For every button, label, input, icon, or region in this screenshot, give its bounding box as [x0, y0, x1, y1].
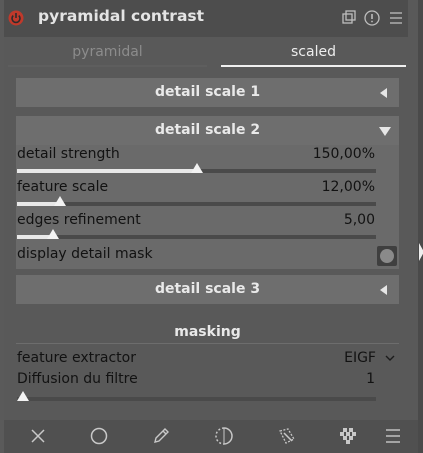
- diffusion-slider[interactable]: [17, 391, 376, 401]
- section-detail-scale-1[interactable]: detail scale 1: [16, 78, 399, 107]
- expanded-arrow-icon: [379, 127, 391, 136]
- diffusion-label: Diffusion du filtre: [17, 371, 138, 387]
- section-detail-scale-1-label: detail scale 1: [154, 84, 261, 100]
- collapse-panel-arrow-icon[interactable]: [419, 243, 423, 261]
- feature-scale-label: feature scale: [17, 179, 109, 195]
- feature-extractor-label: feature extractor: [17, 350, 136, 366]
- detail-strength-value[interactable]: 150,00%: [255, 146, 375, 162]
- slider-handle[interactable]: [17, 391, 29, 401]
- display-detail-mask-label: display detail mask: [17, 246, 153, 262]
- tab-scaled[interactable]: scaled: [221, 40, 406, 67]
- toggle-circle-icon: [380, 249, 394, 263]
- pencil-icon[interactable]: [150, 425, 172, 447]
- section-detail-scale-3[interactable]: detail scale 3: [16, 275, 399, 304]
- collapsed-arrow-icon: [380, 88, 387, 98]
- left-panel-edge: [0, 0, 4, 453]
- path-icon[interactable]: [276, 425, 298, 447]
- masking-divider: [16, 343, 399, 344]
- gradient-icon[interactable]: [213, 425, 235, 447]
- circle-icon[interactable]: [88, 425, 110, 447]
- diffusion-value[interactable]: 1: [255, 371, 375, 387]
- tab-pyramidal[interactable]: pyramidal: [8, 40, 207, 67]
- slider-handle[interactable]: [47, 229, 59, 239]
- panel-scrollbar[interactable]: [418, 0, 423, 453]
- edges-refinement-slider[interactable]: [17, 229, 376, 239]
- multi-instance-icon[interactable]: [340, 9, 358, 27]
- slider-handle[interactable]: [54, 196, 66, 206]
- menu-icon[interactable]: [382, 425, 404, 447]
- presets-menu-icon[interactable]: [387, 9, 405, 27]
- detail-strength-slider[interactable]: [17, 163, 376, 173]
- power-icon[interactable]: [8, 10, 24, 26]
- feature-scale-value[interactable]: 12,00%: [255, 179, 375, 195]
- collapsed-arrow-icon: [380, 285, 387, 295]
- section-detail-scale-2-label: detail scale 2: [154, 122, 261, 138]
- display-detail-mask-toggle[interactable]: [377, 246, 397, 266]
- mask-toolbar: [4, 420, 418, 453]
- edges-refinement-value[interactable]: 5,00: [255, 212, 375, 228]
- chevron-down-icon[interactable]: [385, 355, 395, 362]
- checkerboard-icon[interactable]: [337, 425, 359, 447]
- slider-handle[interactable]: [191, 163, 203, 173]
- feature-scale-slider[interactable]: [17, 196, 376, 206]
- section-detail-scale-2[interactable]: detail scale 2: [16, 116, 399, 145]
- edges-refinement-label: edges refinement: [17, 212, 141, 228]
- module-title: pyramidal contrast: [38, 7, 205, 25]
- section-detail-scale-3-label: detail scale 3: [154, 281, 261, 297]
- close-icon[interactable]: [27, 425, 49, 447]
- masking-title: masking: [174, 324, 241, 340]
- feature-extractor-value[interactable]: EIGF: [256, 350, 376, 366]
- reset-icon[interactable]: [363, 9, 381, 27]
- slider-fill: [17, 169, 197, 173]
- detail-strength-label: detail strength: [17, 146, 120, 162]
- mode-tabs: pyramidal scaled: [8, 40, 406, 68]
